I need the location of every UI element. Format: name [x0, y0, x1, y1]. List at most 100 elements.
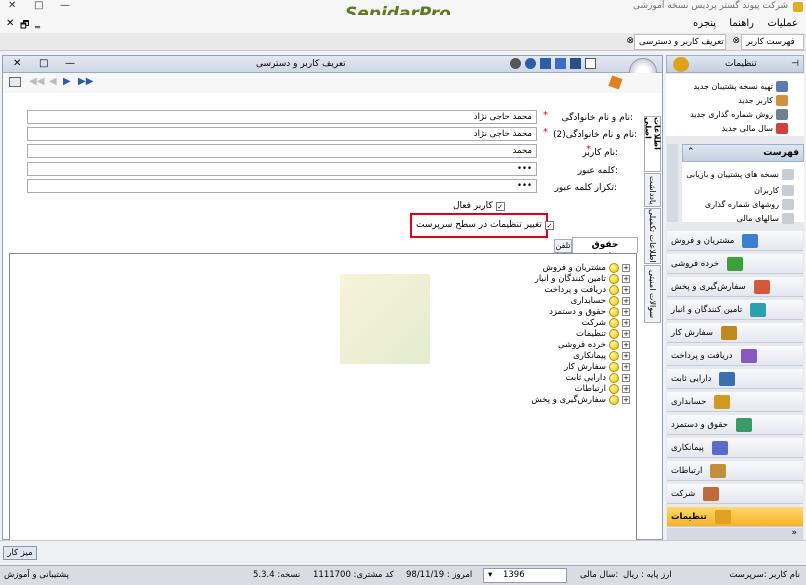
- menu-operations[interactable]: عملیات: [767, 18, 798, 29]
- admin-settings-checkbox[interactable]: ✓: [544, 220, 554, 230]
- next-record-icon[interactable]: ▶: [63, 76, 71, 87]
- attach-icon[interactable]: [608, 75, 623, 90]
- list-backups[interactable]: نسخه های پشتیبان و بازیابی: [686, 165, 794, 183]
- active-user-checkbox[interactable]: ✓: [495, 201, 505, 211]
- menu-window[interactable]: پنجره: [693, 18, 716, 29]
- nav-accounting[interactable]: حسابداری: [667, 392, 803, 412]
- grid-icon[interactable]: [9, 77, 21, 87]
- admin-settings-option[interactable]: ✓ تغییر تنظیمات در سطح سرپرست: [416, 220, 554, 230]
- tree-node[interactable]: سفارش کار +: [564, 361, 630, 372]
- nav-communications[interactable]: ارتباطات: [667, 461, 803, 481]
- last-record-icon[interactable]: ▶▶: [78, 76, 93, 87]
- nav-retail[interactable]: خرده فروشی: [667, 254, 803, 274]
- task-new-user[interactable]: کاربر جدید: [670, 94, 788, 107]
- mdi-close-button[interactable]: ✕: [6, 18, 14, 29]
- nav-work-order[interactable]: سفارش کار: [667, 323, 803, 343]
- nav-more-icon[interactable]: »: [667, 528, 803, 540]
- nav-fixed-assets[interactable]: دارایی ثابت: [667, 369, 803, 389]
- save-icon[interactable]: [540, 58, 551, 69]
- first-record-icon[interactable]: ◀◀: [29, 76, 44, 87]
- active-user-option[interactable]: ✓ کاربر فعال: [453, 201, 505, 211]
- mdi-min-button[interactable]: ‗: [35, 18, 40, 29]
- menu-help[interactable]: راهنما: [729, 18, 754, 29]
- nav-payroll[interactable]: حقوق و دستمزد: [667, 415, 803, 435]
- list-users[interactable]: کاربران: [686, 184, 794, 197]
- contracting-icon: [711, 440, 728, 455]
- password-field[interactable]: •••: [27, 162, 537, 176]
- nav-contracting[interactable]: پیمانکاری: [667, 438, 803, 458]
- expand-icon[interactable]: +: [622, 340, 630, 349]
- pin-icon[interactable]: ⊣: [791, 59, 799, 69]
- tree-node[interactable]: حسابداری +: [571, 295, 630, 306]
- fiscal-year-select[interactable]: ▾ 1396: [483, 568, 567, 583]
- tree-node[interactable]: دریافت و پرداخت +: [544, 284, 630, 295]
- info-icon[interactable]: [525, 58, 536, 69]
- tab-user-list[interactable]: فهرست کاربر: [741, 34, 804, 50]
- task-new-backup[interactable]: تهیه نسخه پشتیبان جدید: [670, 80, 788, 93]
- tree-node[interactable]: تامین کنندگان و انبار +: [535, 273, 630, 284]
- expand-icon[interactable]: +: [622, 384, 630, 393]
- tree-node[interactable]: خرده فروشی +: [558, 339, 630, 350]
- side-tab-security-questions[interactable]: سوالات امنیتی: [644, 265, 661, 323]
- minimize-window-button[interactable]: —: [60, 0, 70, 11]
- nav-company[interactable]: شرکت: [667, 484, 803, 504]
- collapse-icon[interactable]: ⌃: [687, 147, 695, 157]
- tree-node[interactable]: حقوق و دستمزد +: [549, 306, 630, 317]
- prev-record-icon[interactable]: ◀: [49, 76, 57, 87]
- expand-icon[interactable]: +: [622, 285, 630, 294]
- desktop-button[interactable]: میز کار: [3, 546, 37, 560]
- list-fiscal-years[interactable]: سالهای مالی: [686, 212, 794, 225]
- nav-sales[interactable]: مشتریان و فروش: [667, 231, 803, 251]
- close-window-button[interactable]: ✕: [8, 0, 16, 11]
- expand-icon[interactable]: +: [622, 263, 630, 272]
- list-icon: [782, 168, 794, 180]
- list-numbering[interactable]: روشهای شماره گذاری: [686, 198, 794, 211]
- nav-order-distribution[interactable]: سفارش‌گیری و پخش: [667, 277, 803, 297]
- support-link[interactable]: پشتیبانی و آموزش: [4, 570, 69, 580]
- backup-icon: [776, 81, 788, 92]
- help-icon[interactable]: [510, 58, 521, 69]
- restore-window-button[interactable]: □: [34, 0, 43, 11]
- panel-min-icon[interactable]: —: [65, 58, 75, 69]
- list-scrollbar[interactable]: [667, 144, 678, 222]
- task-new-numbering[interactable]: روش شماره گذاری جدید: [670, 108, 788, 121]
- fullname2-field[interactable]: محمد حاجی نژاد: [27, 127, 537, 141]
- subtab-access-rights[interactable]: حقوق دسترسی: [572, 237, 638, 260]
- fullname-field[interactable]: محمد حاجی نژاد: [27, 110, 537, 124]
- tab-user-access[interactable]: تعریف کاربر و دسترسی: [634, 34, 726, 50]
- tree-node[interactable]: ارتباطات +: [575, 383, 630, 394]
- task-new-fiscal-year[interactable]: سال مالی جدید: [670, 122, 788, 135]
- tree-node[interactable]: تنظیمات +: [576, 328, 630, 339]
- expand-icon[interactable]: +: [622, 307, 630, 316]
- tree-node[interactable]: دارایی ثابت +: [566, 372, 630, 383]
- nav-settings[interactable]: تنظیمات: [667, 507, 803, 527]
- tree-node[interactable]: شرکت +: [582, 317, 630, 328]
- expand-icon[interactable]: +: [622, 373, 630, 382]
- expand-icon[interactable]: +: [622, 329, 630, 338]
- panel-restore-icon[interactable]: □: [39, 58, 48, 69]
- tab-close-icon[interactable]: ⊗: [626, 36, 634, 46]
- folder-icon: [609, 328, 619, 339]
- expand-icon[interactable]: +: [622, 395, 630, 404]
- side-tab-extra-info[interactable]: اطلاعات تکمیلی: [644, 208, 661, 264]
- tree-node[interactable]: مشتریان و فروش +: [543, 262, 630, 273]
- nav-suppliers[interactable]: تامین کنندگان و انبار: [667, 300, 803, 320]
- expand-icon[interactable]: +: [622, 274, 630, 283]
- nav-payments[interactable]: دریافت و پرداخت: [667, 346, 803, 366]
- expand-icon[interactable]: +: [622, 362, 630, 371]
- expand-icon[interactable]: +: [622, 318, 630, 327]
- tab-close-icon[interactable]: ⊗: [732, 36, 740, 46]
- new-icon[interactable]: [585, 58, 596, 69]
- panel-close-icon[interactable]: ✕: [13, 58, 21, 69]
- side-tab-main-info[interactable]: اطلاعات اصلی: [644, 116, 662, 172]
- username-field[interactable]: محمد: [27, 144, 537, 158]
- tree-node[interactable]: پیمانکاری +: [573, 350, 630, 361]
- subtab-phone[interactable]: تلفن: [554, 239, 572, 253]
- confirm-password-field[interactable]: •••: [27, 179, 537, 193]
- expand-icon[interactable]: +: [622, 351, 630, 360]
- save-new-icon[interactable]: [555, 58, 566, 69]
- tree-node[interactable]: سفارش‌گیری و پخش +: [531, 394, 630, 405]
- save-close-icon[interactable]: [570, 58, 581, 69]
- side-tab-notes[interactable]: یادداشت: [644, 173, 661, 207]
- expand-icon[interactable]: +: [622, 296, 630, 305]
